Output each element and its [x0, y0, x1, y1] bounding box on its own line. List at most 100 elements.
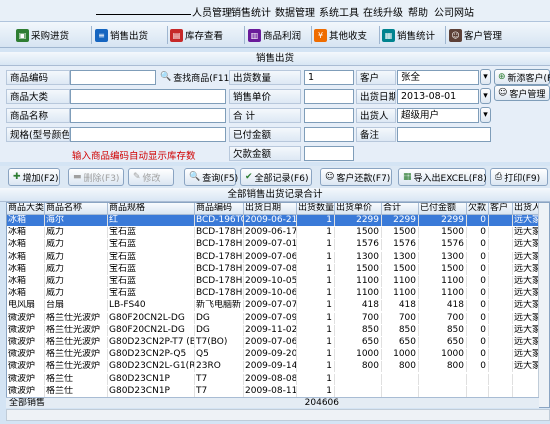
check-icon: ✔ [245, 172, 253, 182]
spec-input[interactable] [70, 127, 226, 142]
category-input[interactable] [70, 89, 226, 104]
remark-input[interactable] [397, 127, 491, 142]
customer-repay-button[interactable]: ☺ 客户还款(F7) [320, 168, 392, 186]
new-customer-button[interactable]: ⊕ 新添客户(F [494, 69, 550, 85]
owed-input[interactable] [304, 146, 354, 161]
table-cell: Q5 [195, 349, 244, 361]
column-header[interactable]: 欠款 [467, 203, 489, 215]
table-cell: G80D23CN1P [108, 373, 195, 385]
warehouse-icon: ▤ [170, 28, 183, 42]
table-cell: 2009-09-20 [245, 349, 297, 361]
shipper-dropdown-button[interactable]: ▾ [480, 107, 491, 123]
name-input[interactable] [70, 108, 226, 123]
table-cell: 微波炉 [7, 337, 45, 348]
paid-input[interactable] [304, 127, 354, 142]
table-row[interactable]: 微波炉 格兰仕 G80D23CN1P T7 2009-08-11 1 [7, 385, 540, 397]
code-input[interactable] [70, 70, 156, 85]
date-input[interactable]: 2013-08-01 [397, 89, 479, 104]
menu-sales-stats[interactable]: 销售统计 [231, 4, 271, 19]
find-product-button[interactable]: 🔍 查找商品(F11) [157, 69, 233, 85]
name-label: 商品名称 [6, 108, 70, 123]
table-cell: 0 [467, 300, 489, 312]
shipper-select[interactable]: 超级用户 [397, 108, 479, 123]
customer-manage-button[interactable]: ☺ 客户管理 [449, 25, 502, 45]
delete-button[interactable]: ▬ 删除(F3) [68, 168, 124, 186]
table-cell: 0 [467, 349, 489, 361]
customer-manage-small-button[interactable]: ☺ 客户管理 [494, 85, 550, 101]
menu-data[interactable]: 数据管理 [275, 4, 315, 19]
table-row[interactable]: 微波炉 格兰仕光波炉 G80F20CN2L-DG DG 2009-07-09 1 700 70… [7, 312, 540, 324]
menu-update[interactable]: 在线升级 [363, 4, 403, 19]
table-cell: 1 [297, 251, 335, 263]
table-row[interactable]: 微波炉 格兰仕光波炉 G80D23CN2L-G1(R0 23RO 2009-09-14 1… [7, 361, 540, 373]
table-cell: 800 [382, 361, 419, 373]
customer-select[interactable]: 张全 [397, 70, 479, 85]
date-dropdown-button[interactable]: ▾ [480, 88, 491, 104]
sales-stats-button[interactable]: ▦ 销售统计 [382, 25, 435, 45]
table-cell: 2009-06-21 [244, 215, 297, 226]
table-cell: 418 [419, 300, 467, 312]
table-cell: BCD-178H [196, 276, 244, 287]
vertical-scrollbar[interactable] [538, 203, 549, 407]
table-cell: 800 [419, 361, 467, 373]
column-header[interactable]: 出货单价 [335, 203, 382, 215]
sales-out-button[interactable]: ≡ 销售出货 [95, 25, 148, 45]
edit-button[interactable]: ✎ 修改 [128, 168, 174, 186]
table-row[interactable]: 冰箱 海尔红 BCD-196TC 2009-06-21 1 2299 2299 2299 0 远大… [7, 215, 540, 226]
column-header[interactable]: 商品规格 [108, 203, 195, 215]
query-button[interactable]: 🔍 查询(F5) [184, 168, 238, 186]
table-cell [467, 373, 489, 385]
column-header[interactable]: 客户 [489, 203, 513, 215]
table-cell: 1100 [419, 276, 467, 287]
column-header[interactable]: 商品编码 [195, 203, 244, 215]
table-row[interactable]: 冰箱 威力 宝石蓝 BCD-178H 2009-06-17 1 1500 1500 1500 0 远… [7, 227, 540, 239]
column-header[interactable]: 已付金额 [419, 203, 467, 215]
qty-input[interactable]: 1 [304, 70, 354, 85]
table-row[interactable]: 微波炉 格兰仕光波炉 G80F20CN2L-DG DG 2009-11-02 1 850 85… [7, 324, 540, 336]
table-row[interactable]: 冰箱 威力 宝石蓝 BCD-178H 2009-07-01 1 1576 1576 1576 0 远… [7, 239, 540, 251]
table-cell: G80D23CN2P-T7 (BO [109, 337, 195, 348]
menu-staff[interactable]: 人员管理 [192, 4, 232, 19]
export-excel-button[interactable]: ▦ 导入出EXCEL(F8) [398, 168, 487, 186]
table-cell [489, 251, 513, 263]
menu-tools[interactable]: 系统工具 [319, 4, 359, 19]
purchase-button[interactable]: ▣ 采购进货 [16, 25, 69, 45]
column-header[interactable]: 商品大类 [7, 203, 45, 215]
table-cell: 0 [467, 361, 489, 373]
table-row[interactable]: 冰箱 威力 宝石蓝 BCD-178H 2009-10-06 1 1100 1100 1100 0 远… [7, 288, 540, 300]
table-row[interactable]: 微波炉 格兰仕光波炉 G80D23CN2P-T7 (BO T7(BO) 2009-07-… [7, 337, 540, 348]
column-header[interactable]: 商品名称 [45, 203, 108, 215]
column-header[interactable]: 合计 [382, 203, 419, 215]
table-cell: 格兰仕 [45, 385, 108, 397]
column-header[interactable]: 出货数量 [297, 203, 335, 215]
table-cell: 700 [335, 312, 382, 324]
table-row[interactable]: 微波炉 格兰仕光波炉 G80D23CN2P-Q5 Q5 2009-09-20 1 1000 1… [7, 349, 540, 361]
menu-website[interactable]: 公司网站 [434, 4, 474, 19]
table-cell: 1 [297, 300, 335, 312]
customer-dropdown-button[interactable]: ▾ [480, 69, 491, 85]
price-input[interactable] [304, 89, 354, 104]
table-row[interactable]: 冰箱 威力 宝石蓝 BCD-178H 2009-10-05 1 1100 1100 1100 0 远… [7, 276, 540, 287]
horizontal-scrollbar[interactable] [6, 409, 550, 421]
profit-button[interactable]: ▥ 商品利润 [248, 25, 301, 45]
table-row[interactable]: 微波炉 格兰仕 G80D23CN1P T7 2009-08-08 1 [7, 373, 540, 385]
column-header[interactable]: 出货人 [513, 203, 540, 215]
other-income-button[interactable]: ¥ 其他收支 [314, 25, 367, 45]
table-cell: 格兰仕光波炉 [45, 324, 108, 336]
all-records-button[interactable]: ✔ 全部记录(F6) [240, 168, 312, 186]
table-row[interactable]: 冰箱 威力 宝石蓝 BCD-178H 2009-07-06 1 1300 1300 1300 0 远… [7, 251, 540, 263]
table-cell: 2299 [382, 215, 419, 226]
table-row[interactable]: 冰箱 威力 宝石蓝 BCD-178H 2009-07-08 1 1500 1500 1500 0 远… [7, 263, 540, 275]
toolbar-separator [445, 26, 446, 44]
table-cell: 0 [467, 276, 489, 287]
column-header[interactable]: 出货日期 [244, 203, 297, 215]
print-button[interactable]: ⎙ 打印(F9) [490, 168, 548, 186]
add-button[interactable]: ✚ 增加(F2) [8, 168, 60, 186]
table-cell: 远大家电 [513, 349, 540, 361]
total-input[interactable] [304, 108, 354, 123]
menu-help[interactable]: 帮助 [408, 4, 428, 19]
stock-view-button[interactable]: ▤ 库存查看 [170, 25, 223, 45]
table-cell: 2009-07-01 [245, 239, 297, 251]
table-row[interactable]: 电风扇 台扇 LB-FS40 新飞电脑新 2009-07-07 1 418 418 418 0 远大… [7, 300, 540, 312]
table-cell: 1 [297, 227, 335, 239]
